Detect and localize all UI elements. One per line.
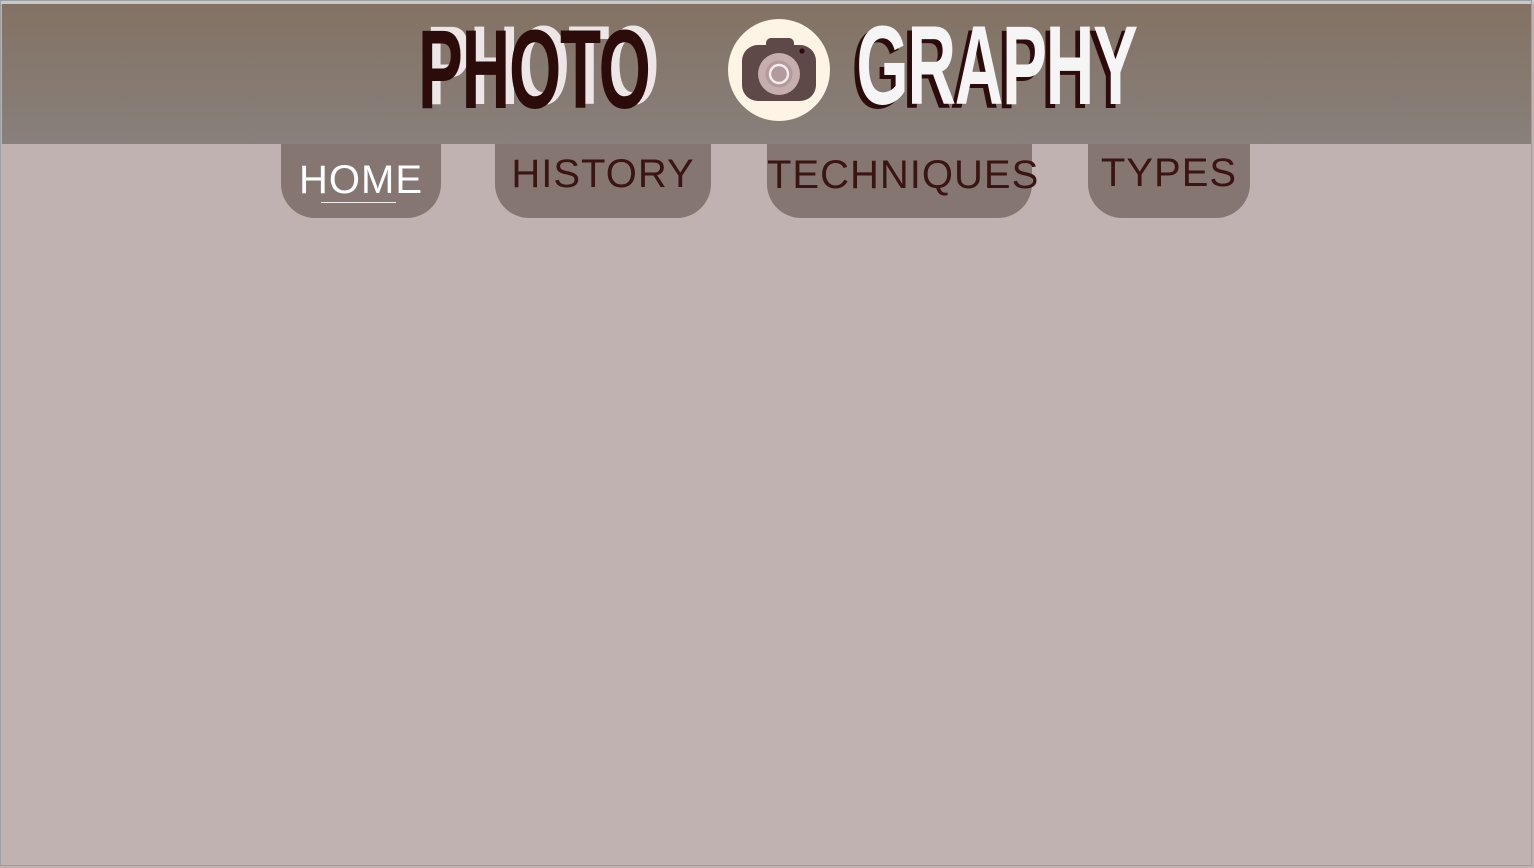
active-tab-underline	[321, 202, 396, 203]
logo-word-photo-text: PHOTO	[418, 7, 651, 132]
nav-tab-home-label: HOME	[299, 158, 423, 202]
nav-tab-history-label: HISTORY	[511, 152, 695, 196]
nav-tab-techniques[interactable]: TECHNIQUES	[767, 144, 1038, 218]
nav-tab-home[interactable]: HOME	[281, 144, 441, 218]
nav-tab-types[interactable]: TYPES	[1088, 144, 1250, 218]
camera-icon-graphic	[742, 38, 816, 101]
nav-tab-types-label: TYPES	[1100, 151, 1238, 195]
nav-tab-techniques-label: TECHNIQUES	[767, 153, 1040, 197]
nav-tab-history[interactable]: HISTORY	[495, 144, 711, 218]
logo-word-photo: PHOTO PHOTO	[418, 10, 659, 126]
logo-word-graphy-text: GRAPHY	[856, 3, 1138, 128]
logo-word-graphy: GRAPHY GRAPHY	[848, 10, 1138, 126]
main-nav: HOME HISTORY TECHNIQUES TYPES	[0, 144, 1534, 224]
camera-icon	[728, 19, 830, 121]
site-logo[interactable]: PHOTO PHOTO GRAPHY GRAPHY	[0, 4, 1534, 144]
